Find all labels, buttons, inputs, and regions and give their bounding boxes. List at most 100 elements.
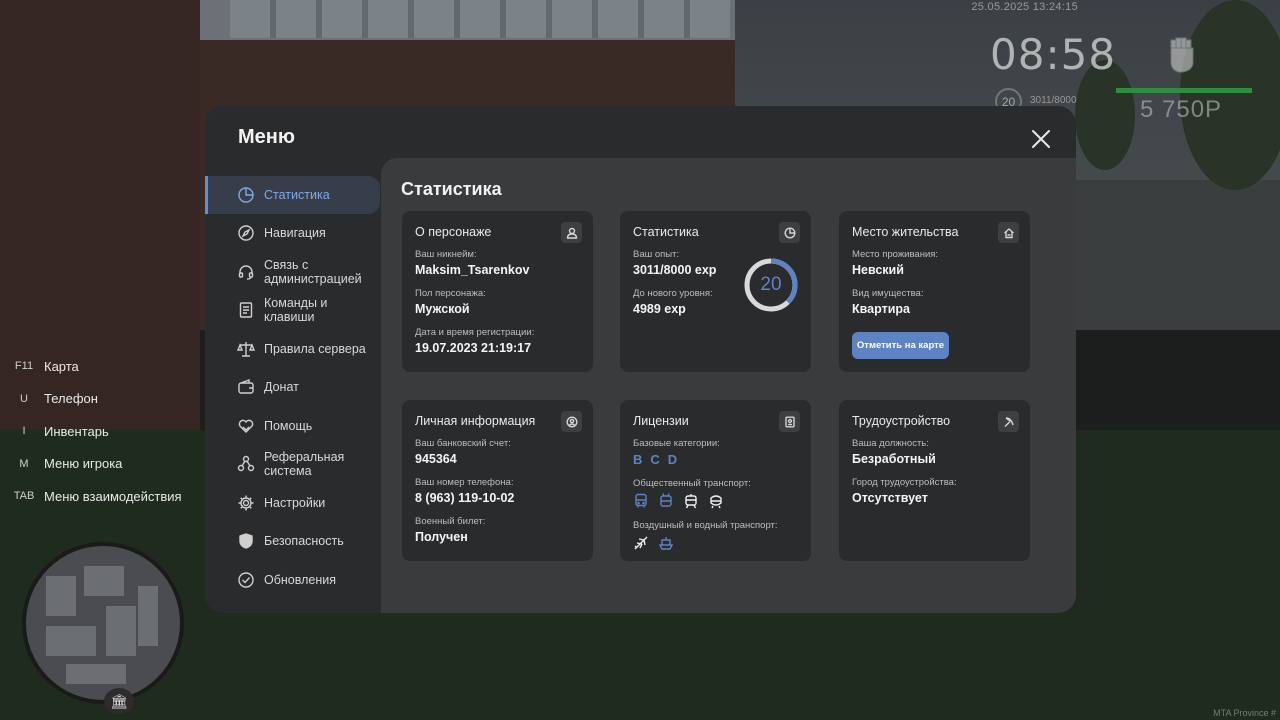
position-value: Безработный bbox=[852, 452, 936, 466]
sidebar-item-label: Навигация bbox=[264, 226, 326, 241]
sidebar-item-label: Донат bbox=[264, 380, 299, 395]
headset-icon bbox=[237, 263, 255, 281]
hud-clock: 08:58 bbox=[990, 30, 1117, 79]
personal-info-card: Личная информация Ваш банковский счет: 9… bbox=[402, 400, 593, 561]
residence-card: Место жительства Место проживания: Невск… bbox=[839, 211, 1030, 372]
gender-value: Мужской bbox=[415, 302, 470, 316]
sidebar-item-referral[interactable]: Реферальная система bbox=[205, 445, 380, 484]
hotkey-item: TAB Меню взаимодействия bbox=[10, 480, 182, 513]
card-title: Личная информация bbox=[415, 414, 536, 428]
property-label: Вид имущества: bbox=[852, 288, 924, 299]
registration-value: 19.07.2023 21:19:17 bbox=[415, 341, 532, 355]
sidebar-item-commands[interactable]: Команды и клавиши bbox=[205, 291, 380, 330]
document-icon bbox=[237, 301, 255, 319]
license-category: C bbox=[650, 452, 660, 467]
license-categories: B C D bbox=[633, 452, 798, 467]
gender-label: Пол персонажа: bbox=[415, 288, 486, 299]
level-number: 20 bbox=[760, 274, 782, 295]
sidebar-item-settings[interactable]: Настройки bbox=[205, 484, 380, 523]
place-label: Место проживания: bbox=[852, 249, 939, 260]
menu-window: Меню Статистика Навигация Связь с админи… bbox=[205, 106, 1076, 613]
content-panel: Статистика О персонаже Ваш никнейм: Maks… bbox=[381, 158, 1076, 613]
tram-icon bbox=[683, 493, 699, 509]
hud-datetime: 25.05.2025 13:24:15 bbox=[971, 1, 1078, 13]
base-categories-label: Базовые категории: bbox=[633, 438, 720, 449]
hotkey-item: M Меню игрока bbox=[10, 448, 182, 481]
air-water-transport-icons bbox=[633, 535, 798, 551]
sidebar-item-rules[interactable]: Правила сервера bbox=[205, 330, 380, 369]
sidebar: Статистика Навигация Связь с администрац… bbox=[205, 176, 380, 599]
military-value: Получен bbox=[415, 530, 468, 544]
boat-icon bbox=[658, 535, 674, 551]
tree bbox=[1180, 0, 1280, 190]
heart-hands-icon bbox=[237, 417, 255, 435]
compass-icon bbox=[237, 224, 255, 242]
hotkey-label: Карта bbox=[44, 358, 79, 374]
sidebar-item-navigation[interactable]: Навигация bbox=[205, 214, 380, 253]
military-label: Военный билет: bbox=[415, 516, 486, 527]
hotkey-item: U Телефон bbox=[10, 383, 182, 416]
sidebar-item-label: Помощь bbox=[264, 418, 313, 433]
sidebar-item-label: Статистика bbox=[264, 188, 330, 202]
card-title: Трудоустройство bbox=[852, 414, 951, 428]
sidebar-item-label: Связь с администрацией bbox=[264, 257, 362, 286]
check-badge-icon bbox=[237, 571, 255, 589]
close-button[interactable] bbox=[1030, 128, 1052, 150]
sidebar-item-statistics[interactable]: Статистика bbox=[205, 176, 380, 214]
employment-city-value: Отсутствует bbox=[852, 491, 928, 505]
card-title: Лицензии bbox=[633, 414, 689, 428]
stats-card: Статистика Ваш опыт: 3011/8000 exp До но… bbox=[620, 211, 811, 372]
sidebar-item-donate[interactable]: Донат bbox=[205, 368, 380, 407]
position-label: Ваша должность: bbox=[852, 438, 929, 449]
hotkey-label: Инвентарь bbox=[44, 423, 109, 439]
plane-icon bbox=[633, 535, 649, 551]
hotkey-key: M bbox=[19, 457, 29, 470]
sidebar-item-label: Обновления bbox=[264, 572, 336, 587]
property-value: Квартира bbox=[852, 302, 910, 316]
hotkey-label: Телефон bbox=[44, 391, 98, 407]
mark-on-map-button[interactable]: Отметить на карте bbox=[852, 332, 949, 359]
road bbox=[1076, 180, 1280, 330]
sidebar-item-help[interactable]: Помощь bbox=[205, 407, 380, 446]
card-title: Место жительства bbox=[852, 225, 959, 239]
user-circle-icon bbox=[561, 411, 582, 432]
hotkey-label: Меню взаимодействия bbox=[44, 488, 182, 504]
nickname-label: Ваш никнейм: bbox=[415, 249, 477, 260]
hotkey-list: F11 Карта U Телефон I Инвентарь M Меню игрок… bbox=[10, 350, 182, 513]
menu-title: Меню bbox=[238, 126, 295, 148]
sidebar-item-security[interactable]: Безопасность bbox=[205, 522, 380, 561]
house-icon bbox=[998, 222, 1019, 243]
sidebar-item-updates[interactable]: Обновления bbox=[205, 561, 380, 600]
trolleybus-icon bbox=[658, 493, 674, 509]
employment-card: Трудоустройство Ваша должность: Безработ… bbox=[839, 400, 1030, 561]
air-water-transport-label: Воздушный и водный транспорт: bbox=[633, 520, 778, 531]
minimap[interactable] bbox=[22, 542, 184, 704]
user-icon bbox=[561, 222, 582, 243]
sidebar-item-label: Реферальная система bbox=[264, 450, 345, 479]
licenses-card: Лицензии Базовые категории: B C D Общест… bbox=[620, 400, 811, 561]
metro-icon bbox=[708, 493, 724, 509]
hotkey-item: F11 Карта bbox=[10, 350, 182, 383]
hotkey-key: F11 bbox=[14, 360, 34, 373]
id-card-icon bbox=[779, 411, 800, 432]
place-value: Невский bbox=[852, 263, 904, 277]
bus-icon bbox=[633, 493, 649, 509]
fist-icon bbox=[1163, 34, 1201, 76]
hotkey-label: Меню игрока bbox=[44, 456, 123, 472]
sidebar-item-label: Безопасность bbox=[264, 534, 344, 549]
license-category: B bbox=[633, 452, 643, 467]
bank-icon: 🏛 bbox=[104, 688, 134, 714]
shield-icon bbox=[237, 532, 255, 550]
card-title: Статистика bbox=[633, 225, 699, 239]
phone-value: 8 (963) 119-10-02 bbox=[415, 491, 515, 505]
hotkey-key: TAB bbox=[13, 490, 35, 503]
health-bar bbox=[1116, 88, 1252, 93]
hotkey-key: U bbox=[20, 392, 28, 405]
nickname-value: Maksim_Tsarenkov bbox=[415, 263, 530, 277]
sidebar-item-admin-contact[interactable]: Связь с администрацией bbox=[205, 253, 380, 292]
hotkey-item: I Инвентарь bbox=[10, 415, 182, 448]
gear-icon bbox=[237, 494, 255, 512]
pickaxe-icon bbox=[998, 411, 1019, 432]
license-category: D bbox=[667, 452, 678, 467]
scales-icon bbox=[236, 340, 256, 358]
